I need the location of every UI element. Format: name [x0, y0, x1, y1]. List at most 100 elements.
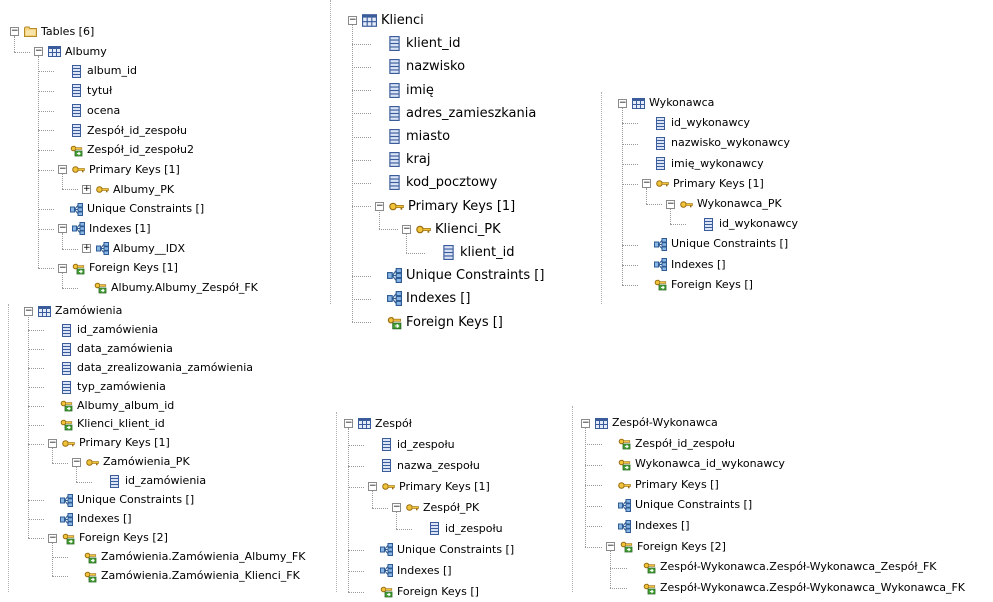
- collapse-toggle-icon[interactable]: −: [10, 27, 19, 37]
- primary-key-icon: [382, 480, 395, 493]
- tree-connector: [28, 424, 44, 426]
- collapse-toggle-icon[interactable]: −: [72, 458, 81, 468]
- tree-connector: [352, 136, 371, 138]
- tree-connector: [28, 443, 44, 445]
- tree-connector: [352, 24, 353, 323]
- table-icon: [48, 45, 61, 58]
- column-icon: [654, 117, 667, 130]
- collapse-toggle-icon[interactable]: −: [48, 533, 57, 543]
- tree-connector: [406, 233, 407, 253]
- tree-connector: [585, 427, 586, 547]
- tree-connector: [622, 107, 623, 285]
- node-label: id_zespołu: [397, 438, 455, 451]
- tree-connector: [52, 462, 68, 464]
- collapse-toggle-icon[interactable]: −: [606, 542, 615, 552]
- node-label: Indexes []: [671, 257, 726, 271]
- tree-connector: [622, 244, 638, 246]
- tree-connector: [348, 486, 364, 488]
- tree-connector: [585, 505, 602, 507]
- collapse-toggle-icon[interactable]: −: [392, 503, 401, 512]
- collapse-toggle-icon[interactable]: −: [642, 179, 651, 189]
- collapse-toggle-icon[interactable]: −: [666, 199, 675, 209]
- tree-connector: [670, 224, 686, 226]
- collapse-toggle-icon[interactable]: −: [24, 306, 33, 316]
- column-icon: [60, 362, 73, 375]
- tree-connector: [379, 210, 380, 230]
- foreign-key-icon: [387, 315, 402, 330]
- node-label: id_wykonawcy: [671, 116, 751, 130]
- node-label: miasto: [406, 129, 451, 144]
- node-label: Foreign Keys [1]: [89, 261, 178, 275]
- collapse-toggle-icon[interactable]: −: [402, 224, 411, 234]
- tree-connector: [38, 110, 54, 112]
- albumy-tree: − Tables [6] − Albumy album_id tytuł ocena Zesp…: [0, 0, 320, 304]
- foreign-key-icon: [618, 437, 631, 450]
- column-icon: [654, 157, 667, 170]
- foreign-key-icon: [72, 262, 85, 275]
- collapse-toggle-icon[interactable]: −: [581, 418, 590, 428]
- collapse-toggle-icon[interactable]: −: [58, 263, 67, 273]
- tree-connector: [38, 150, 54, 152]
- primary-key-icon: [72, 163, 85, 176]
- collapse-toggle-icon[interactable]: −: [348, 16, 357, 26]
- tree-connector: [38, 55, 39, 269]
- tree-connector: [352, 43, 371, 45]
- column-icon: [428, 522, 441, 535]
- foreign-key-icon: [84, 551, 97, 564]
- tree-connector: [348, 549, 364, 551]
- index-icon: [60, 494, 73, 507]
- tree-connector: [670, 208, 671, 225]
- primary-key-icon: [416, 222, 431, 237]
- node-label: Foreign Keys [2]: [79, 530, 168, 544]
- node-label: Foreign Keys []: [406, 314, 503, 330]
- foreign-key-icon: [94, 281, 107, 294]
- node-label: Indexes [1]: [89, 222, 151, 235]
- collapse-toggle-icon[interactable]: −: [58, 165, 67, 175]
- tree-connector: [406, 252, 425, 254]
- node-label: Zamówienia_PK: [103, 455, 190, 469]
- tree-connector: [28, 500, 44, 502]
- expand-toggle-icon[interactable]: +: [82, 244, 91, 254]
- node-label: Unique Constraints []: [397, 543, 515, 556]
- tree-connector: [585, 443, 602, 445]
- table-icon: [358, 417, 371, 430]
- tree-connector: [38, 228, 54, 230]
- column-icon: [70, 84, 83, 97]
- tree-connector: [38, 71, 54, 73]
- node-label: album_id: [87, 64, 138, 78]
- collapse-toggle-icon[interactable]: −: [58, 224, 67, 234]
- node-label: Unique Constraints []: [671, 237, 789, 251]
- collapse-toggle-icon[interactable]: −: [344, 419, 353, 428]
- node-label: Primary Keys [1]: [408, 198, 516, 214]
- column-icon: [70, 124, 83, 137]
- node-label: imię_wykonawcy: [671, 156, 764, 170]
- tree-connector: [62, 287, 78, 289]
- panel-divider: [8, 304, 9, 592]
- node-label: kraj: [406, 152, 431, 168]
- column-icon: [380, 459, 393, 472]
- tree-connector: [352, 322, 371, 324]
- tree-connector: [396, 528, 412, 530]
- column-icon: [387, 106, 402, 121]
- node-label: Wykonawca_PK: [697, 197, 782, 210]
- tree-connector: [62, 189, 78, 191]
- tree-connector: [76, 481, 92, 483]
- collapse-toggle-icon[interactable]: −: [368, 482, 377, 491]
- tree-connector: [38, 209, 54, 211]
- tree-connector: [585, 485, 602, 487]
- expand-toggle-icon[interactable]: +: [82, 184, 91, 194]
- collapse-toggle-icon[interactable]: −: [375, 201, 384, 211]
- node-label: Zamówienia: [55, 304, 123, 317]
- tree-connector: [646, 187, 647, 205]
- collapse-toggle-icon[interactable]: −: [34, 47, 43, 57]
- node-label: Zamówienia.Zamówienia_Klienci_FK: [101, 568, 300, 582]
- tree-connector: [622, 143, 638, 145]
- primary-key-icon: [86, 456, 99, 469]
- klienci-tree: − Klienci klient_id nazwisko imię adres_zamie…: [330, 0, 600, 330]
- foreign-key-icon: [70, 144, 83, 157]
- tree-connector: [646, 204, 662, 206]
- collapse-toggle-icon[interactable]: −: [618, 98, 627, 108]
- folder-icon: [24, 25, 37, 38]
- node-label: Primary Keys [1]: [89, 162, 180, 176]
- collapse-toggle-icon[interactable]: −: [48, 439, 57, 449]
